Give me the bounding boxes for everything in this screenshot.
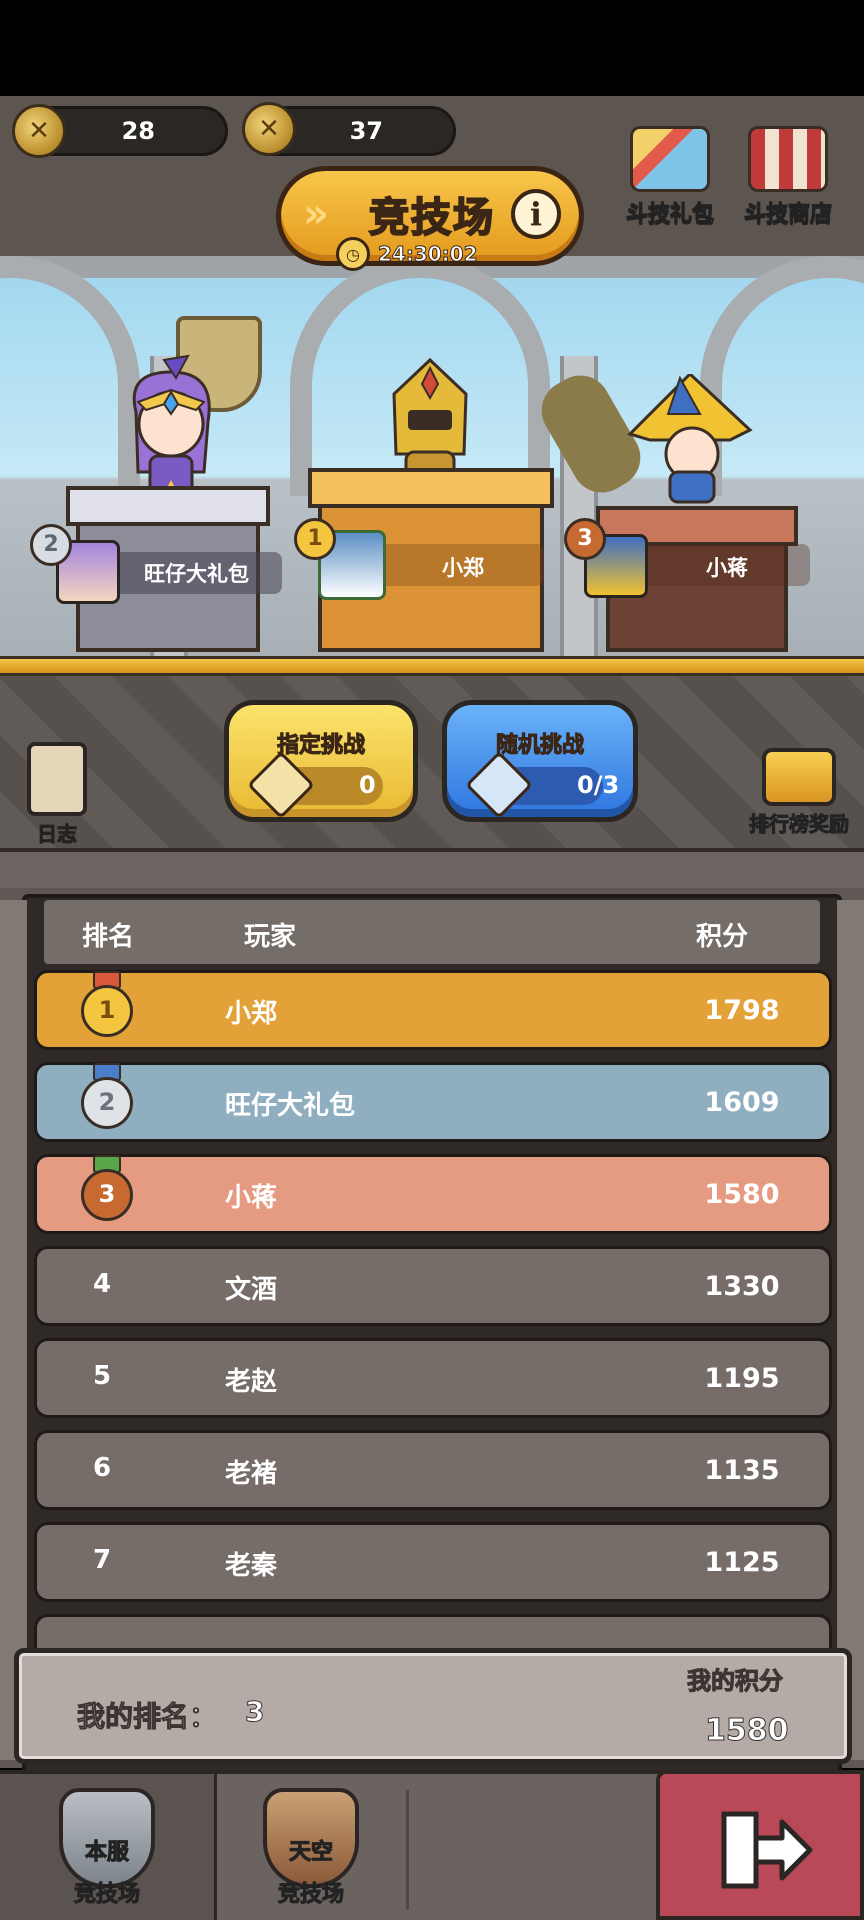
info-button[interactable]: i xyxy=(511,189,561,239)
player-name: 文酒 xyxy=(225,1275,278,1305)
podium-name-3: 小蒋 xyxy=(706,556,748,580)
targeted-challenge-button[interactable]: 指定挑战 0 xyxy=(224,700,418,822)
coin-count: 28 xyxy=(121,117,155,145)
treasure-chest-icon xyxy=(762,748,836,806)
random-challenge-button[interactable]: 随机挑战 0/3 xyxy=(442,700,638,822)
tab-server-arena-line1: 本服 xyxy=(84,1840,129,1866)
challenge-band xyxy=(0,676,864,848)
header-score: 积分 xyxy=(696,922,749,952)
my-rank-value: 3 xyxy=(244,1695,265,1729)
timer-text: 24:30:02 xyxy=(378,242,478,267)
gift-pack-label: 斗技礼包 xyxy=(625,202,714,228)
random-challenge-count: 0/3 xyxy=(577,771,620,799)
player-score: 1125 xyxy=(704,1547,780,1578)
bronze-medal-icon: 3 xyxy=(81,1169,133,1221)
table-row[interactable]: 7 老秦 1125 xyxy=(34,1522,832,1602)
divider-bar xyxy=(0,656,864,676)
status-bar xyxy=(0,0,864,96)
log-label: 日志 xyxy=(37,822,78,847)
exit-door-icon xyxy=(721,1811,813,1889)
table-row[interactable]: 4 文酒 1330 xyxy=(34,1246,832,1326)
leaderboard-rewards-button[interactable]: 排行榜奖励 xyxy=(742,748,856,837)
podium-name-1: 小郑 xyxy=(442,556,484,580)
player-score: 1580 xyxy=(704,1179,780,1210)
medal-silver-icon: 2 xyxy=(30,524,72,566)
divider xyxy=(406,1790,409,1910)
tab-sky-arena[interactable]: 天空 竞技场 xyxy=(217,1774,405,1920)
my-rank-label: 我的排名： xyxy=(76,1700,218,1734)
medal-bronze-icon: 3 xyxy=(564,518,606,560)
player-name: 老褚 xyxy=(225,1459,278,1489)
leaderboard-rewards-label: 排行榜奖励 xyxy=(749,812,850,837)
my-score-label: 我的积分 xyxy=(687,1667,784,1696)
tab-sky-arena-line2: 竞技场 xyxy=(277,1882,344,1908)
tab-server-arena[interactable]: 本服 竞技场 xyxy=(0,1774,214,1920)
header-rank: 排名 xyxy=(82,922,135,952)
journal-icon xyxy=(27,742,87,816)
player-rank: 4 xyxy=(92,1269,112,1299)
targeted-challenge-label: 指定挑战 xyxy=(276,733,365,759)
sword-ticket-icon xyxy=(465,751,533,819)
player-name: 老秦 xyxy=(225,1551,278,1581)
targeted-challenge-count-bar: 0 xyxy=(247,751,383,819)
player-name: 小郑 xyxy=(225,999,278,1029)
podium-name-2: 旺仔大礼包 xyxy=(144,562,249,586)
arrows-icon: » xyxy=(303,191,329,237)
tab-server-arena-line2: 竞技场 xyxy=(73,1882,140,1908)
player-name: 小蒋 xyxy=(225,1183,278,1213)
table-row[interactable]: 2 旺仔大礼包 1609 xyxy=(34,1062,832,1142)
shop-label: 斗技商店 xyxy=(743,202,832,228)
targeted-challenge-count: 0 xyxy=(359,771,376,799)
player-rank: 5 xyxy=(92,1361,112,1391)
table-row[interactable]: 5 老赵 1195 xyxy=(34,1338,832,1418)
player-name: 旺仔大礼包 xyxy=(225,1091,356,1121)
header-player: 玩家 xyxy=(244,922,297,952)
page-title: 竞技场 xyxy=(368,194,495,242)
tab-sky-arena-line1: 天空 xyxy=(288,1840,333,1866)
player-score: 1330 xyxy=(704,1271,780,1302)
player-name: 老赵 xyxy=(225,1367,278,1397)
player-rank: 7 xyxy=(92,1545,112,1575)
gift-pack-icon xyxy=(630,126,710,192)
table-row[interactable]: 3 小蒋 1580 xyxy=(34,1154,832,1234)
player-score: 1135 xyxy=(704,1455,780,1486)
podium-cap xyxy=(308,468,554,508)
sword-ticket-icon xyxy=(247,751,315,819)
random-challenge-count-bar: 0/3 xyxy=(465,751,620,819)
my-score-value: 1580 xyxy=(705,1713,789,1749)
table-row[interactable]: 1 小郑 1798 xyxy=(34,970,832,1050)
column-right xyxy=(834,900,864,1760)
player-score: 1195 xyxy=(704,1363,780,1394)
coin-icon: ✕ xyxy=(12,104,66,158)
season-timer: ◷ 24:30:02 xyxy=(336,237,478,271)
my-rank-panel: 我的排名： 3 我的积分 1580 xyxy=(14,1648,852,1764)
log-button[interactable]: 日志 xyxy=(20,742,94,847)
gift-pack-button[interactable]: 斗技礼包 xyxy=(620,126,720,228)
player-rank: 6 xyxy=(92,1453,112,1483)
medal-gold-icon: 1 xyxy=(294,518,336,560)
clock-icon: ◷ xyxy=(336,237,370,271)
player-score: 1798 xyxy=(704,995,780,1026)
random-challenge-label: 随机挑战 xyxy=(495,733,584,759)
character-mage-purple xyxy=(116,352,226,502)
gold-medal-icon: 1 xyxy=(81,985,133,1037)
shop-stall-icon xyxy=(748,126,828,192)
gold-medal-coin-icon: ✕ xyxy=(242,102,296,156)
silver-medal-icon: 2 xyxy=(81,1077,133,1129)
medal-count: 37 xyxy=(349,117,383,145)
leaderboard-header: 排名 玩家 积分 xyxy=(44,900,820,964)
exit-button[interactable] xyxy=(656,1770,864,1920)
podium-cap xyxy=(66,486,270,526)
shop-button[interactable]: 斗技商店 xyxy=(732,126,844,228)
table-row[interactable]: 6 老褚 1135 xyxy=(34,1430,832,1510)
character-blonde-witch xyxy=(620,371,760,504)
column-left xyxy=(0,900,30,1760)
leaderboard-ledge xyxy=(0,848,864,888)
player-score: 1609 xyxy=(704,1087,780,1118)
